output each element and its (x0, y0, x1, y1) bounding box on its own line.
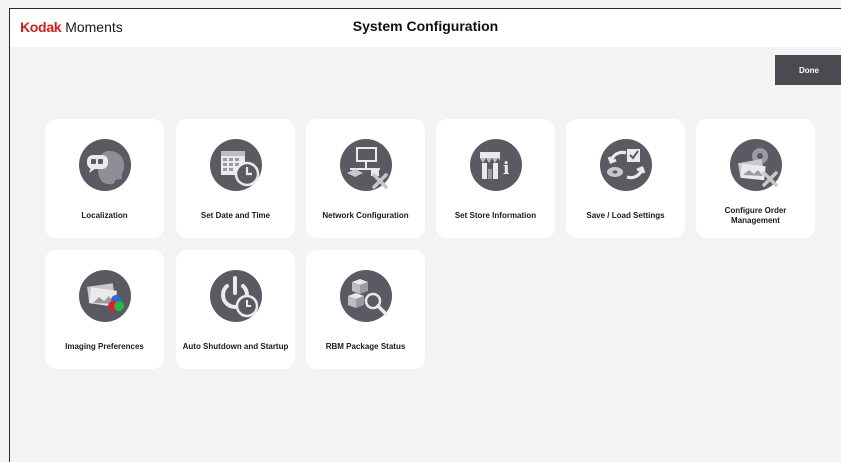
photos-color-circles-icon (79, 270, 131, 322)
tile-label: Configure Order Management (724, 206, 787, 225)
tile-localization[interactable]: Localization (45, 119, 164, 238)
tile-save-load-settings[interactable]: Save / Load Settings (566, 119, 685, 238)
tile-set-date-time[interactable]: Set Date and Time (176, 119, 295, 238)
photos-gear-tools-icon (730, 139, 782, 191)
tile-label: Set Date and Time (200, 211, 271, 221)
boxes-magnifier-icon (340, 270, 392, 322)
tile-set-store-information[interactable]: i Set Store Information (436, 119, 555, 238)
storefront-info-icon: i (470, 139, 522, 191)
tile-label: Save / Load Settings (586, 211, 665, 221)
header-bar: Kodak Moments System Configuration (10, 9, 841, 47)
tile-label: Set Store Information (454, 211, 537, 221)
tile-label: RBM Package Status (325, 342, 406, 352)
svg-text:i: i (503, 159, 510, 179)
tile-label: Auto Shutdown and Startup (182, 342, 289, 352)
calendar-clock-icon (210, 139, 262, 191)
tile-auto-shutdown-startup[interactable]: Auto Shutdown and Startup (176, 250, 295, 369)
speech-bubble-head-icon (79, 139, 131, 191)
app-window: Kodak Moments System Configuration Done … (9, 8, 841, 462)
tile-configure-order-management[interactable]: Configure Order Management (696, 119, 815, 238)
tile-imaging-preferences[interactable]: Imaging Preferences (45, 250, 164, 369)
disk-sync-checkbox-icon (600, 139, 652, 191)
tile-label: Localization (81, 211, 128, 221)
tile-label: Imaging Preferences (65, 342, 144, 352)
tile-label: Network Configuration (322, 211, 409, 221)
power-clock-icon (210, 270, 262, 322)
tile-network-configuration[interactable]: Network Configuration (306, 119, 425, 238)
tile-rbm-package-status[interactable]: RBM Package Status (306, 250, 425, 369)
done-button[interactable]: Done (775, 55, 841, 85)
page-title: System Configuration (352, 18, 499, 34)
network-monitor-tools-icon (340, 139, 392, 191)
